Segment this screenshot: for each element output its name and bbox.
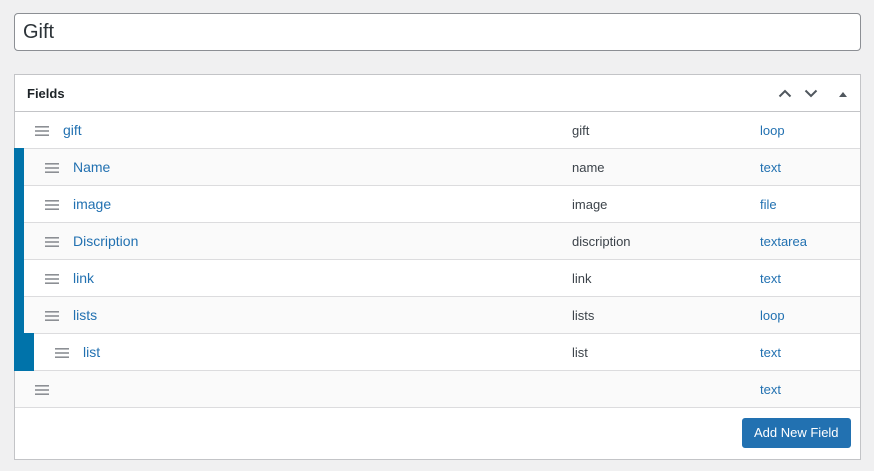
fields-postbox: Fields gift gift loop Name name text image imag… (14, 74, 861, 460)
postbox-footer: Add New Field (15, 408, 860, 459)
field-row: list list text (14, 333, 860, 371)
field-row: image image file (14, 185, 860, 223)
field-name: image (572, 197, 608, 212)
field-name: discription (572, 234, 631, 249)
drag-handle-icon[interactable] (42, 297, 62, 334)
title-input[interactable] (14, 13, 861, 51)
field-row: text (15, 371, 860, 408)
drag-handle-icon[interactable] (42, 186, 62, 223)
postbox-header: Fields (15, 75, 860, 112)
field-label-link[interactable]: lists (73, 297, 97, 334)
nesting-indicator (14, 333, 34, 371)
field-name: name (572, 160, 605, 175)
move-down-button[interactable] (798, 75, 824, 112)
field-name: list (572, 345, 588, 360)
field-type[interactable]: loop (760, 112, 785, 149)
field-type[interactable]: textarea (760, 223, 807, 260)
field-label-link[interactable]: Discription (73, 223, 138, 260)
field-label-link[interactable]: image (73, 186, 111, 223)
field-row: Discription discription textarea (14, 222, 860, 260)
field-name: gift (572, 123, 590, 138)
field-name: lists (572, 308, 595, 323)
move-up-button[interactable] (772, 75, 798, 112)
field-type[interactable]: file (760, 186, 777, 223)
field-name: link (572, 271, 592, 286)
drag-handle-icon[interactable] (42, 223, 62, 260)
chevron-up-icon (778, 89, 792, 98)
postbox-title: Fields (27, 86, 65, 101)
field-row: gift gift loop (15, 112, 860, 149)
drag-handle-icon[interactable] (42, 260, 62, 297)
drag-handle-icon[interactable] (52, 334, 72, 371)
field-row: lists lists loop (14, 296, 860, 334)
chevron-down-icon (804, 89, 818, 98)
nesting-indicator (14, 148, 24, 186)
field-type[interactable]: loop (760, 297, 785, 334)
field-type[interactable]: text (760, 371, 781, 408)
add-new-field-button[interactable]: Add New Field (742, 418, 851, 448)
drag-handle-icon[interactable] (32, 371, 52, 408)
field-row: link link text (14, 259, 860, 297)
triangle-up-icon (839, 91, 847, 97)
fields-list: gift gift loop Name name text image image file Di… (14, 112, 860, 408)
nesting-indicator (14, 296, 24, 334)
drag-handle-icon[interactable] (42, 149, 62, 186)
field-label-link[interactable]: link (73, 260, 94, 297)
field-label-link[interactable]: Name (73, 149, 110, 186)
nesting-indicator (14, 222, 24, 260)
field-type[interactable]: text (760, 149, 781, 186)
nesting-indicator (14, 259, 24, 297)
nesting-indicator (14, 185, 24, 223)
field-label-link[interactable]: list (83, 334, 100, 371)
field-type[interactable]: text (760, 334, 781, 371)
field-row: Name name text (14, 148, 860, 186)
toggle-panel-button[interactable] (830, 75, 856, 112)
field-type[interactable]: text (760, 260, 781, 297)
drag-handle-icon[interactable] (32, 112, 52, 149)
field-label-link[interactable]: gift (63, 112, 82, 149)
